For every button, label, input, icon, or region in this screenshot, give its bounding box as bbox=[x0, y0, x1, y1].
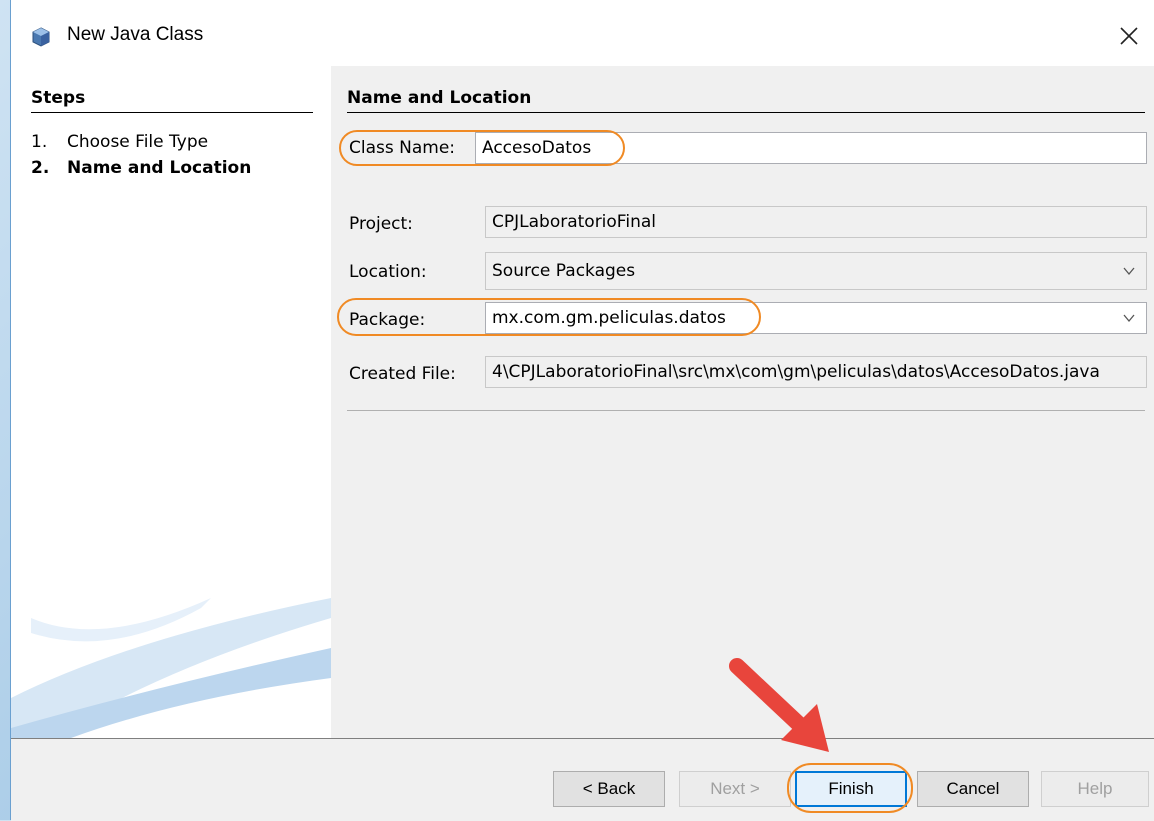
created-file-label: Created File: bbox=[349, 364, 456, 384]
next-button[interactable]: Next > bbox=[679, 771, 791, 807]
class-name-input[interactable]: AccesoDatos bbox=[475, 132, 1147, 164]
project-label: Project: bbox=[349, 214, 413, 234]
back-button[interactable]: < Back bbox=[553, 771, 665, 807]
pointer-arrow-annotation bbox=[729, 658, 829, 752]
close-icon bbox=[1120, 27, 1138, 45]
new-java-class-dialog: New Java Class Steps 1. Choose File Type … bbox=[10, 0, 1154, 821]
steps-title: Steps bbox=[31, 88, 313, 113]
step-number: 1. bbox=[31, 132, 48, 152]
created-file-field: 4\CPJLaboratorioFinal\src\mx\com\gm\peli… bbox=[485, 356, 1147, 388]
dialog-body: Steps 1. Choose File Type 2. Name and Loca… bbox=[11, 66, 1154, 738]
separator bbox=[347, 410, 1145, 411]
step-label: Choose File Type bbox=[67, 132, 209, 152]
package-value: mx.com.gm.peliculas.datos bbox=[492, 308, 726, 328]
close-button[interactable] bbox=[1109, 18, 1149, 54]
chevron-down-icon bbox=[1123, 314, 1135, 323]
window-title: New Java Class bbox=[67, 24, 204, 45]
button-bar: < Back Next > Finish Cancel Help bbox=[11, 738, 1154, 821]
step-number: 2. bbox=[31, 158, 50, 178]
steps-panel: Steps 1. Choose File Type 2. Name and Loca… bbox=[11, 66, 331, 738]
step-label: Name and Location bbox=[67, 158, 252, 178]
package-label: Package: bbox=[349, 310, 426, 330]
section-title: Name and Location bbox=[347, 88, 1145, 113]
project-field: CPJLaboratorioFinal bbox=[485, 206, 1147, 238]
chevron-down-icon bbox=[1123, 267, 1135, 276]
cancel-button[interactable]: Cancel bbox=[917, 771, 1029, 807]
netbeans-swoosh-graphic bbox=[11, 598, 331, 738]
step-name-and-location: 2. Name and Location bbox=[31, 158, 251, 178]
location-label: Location: bbox=[349, 262, 427, 282]
title-bar: New Java Class bbox=[11, 0, 1154, 66]
java-class-cube-icon bbox=[32, 27, 50, 47]
package-combo[interactable]: mx.com.gm.peliculas.datos bbox=[485, 302, 1147, 334]
name-location-panel: Name and Location Class Name: AccesoDato… bbox=[331, 66, 1154, 738]
class-name-label: Class Name: bbox=[349, 138, 456, 158]
location-combo[interactable]: Source Packages bbox=[485, 252, 1147, 290]
help-button[interactable]: Help bbox=[1041, 771, 1149, 807]
finish-button[interactable]: Finish bbox=[795, 771, 907, 807]
step-choose-file-type: 1. Choose File Type bbox=[31, 132, 208, 152]
location-value: Source Packages bbox=[492, 261, 636, 281]
